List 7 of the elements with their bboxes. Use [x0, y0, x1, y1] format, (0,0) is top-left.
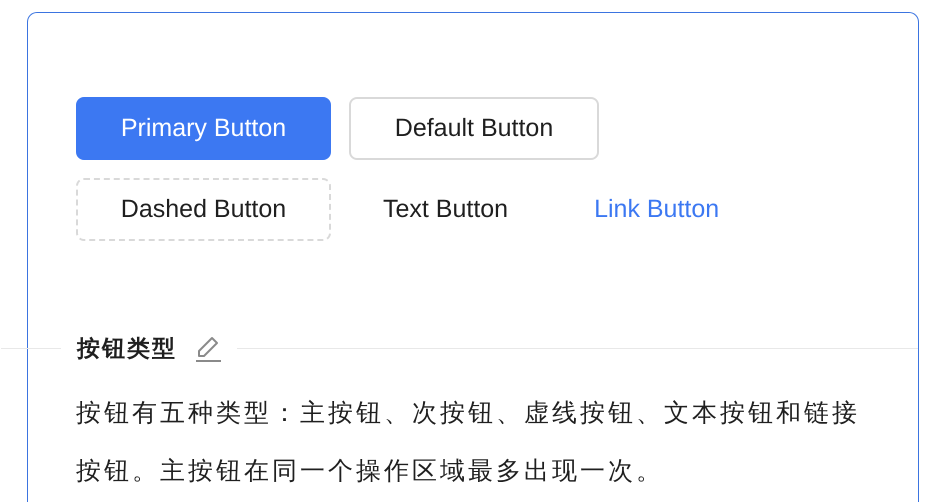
- dashed-button[interactable]: Dashed Button: [76, 178, 331, 241]
- primary-button[interactable]: Primary Button: [76, 97, 331, 160]
- section-title: 按钮类型: [76, 334, 178, 363]
- section-description: 按钮有五种类型：主按钮、次按钮、虚线按钮、文本按钮和链接按钮。主按钮在同一个操作区域最多出现一次。: [76, 398, 861, 486]
- text-button[interactable]: Text Button: [349, 178, 542, 241]
- default-button[interactable]: Default Button: [349, 97, 599, 160]
- link-button[interactable]: Link Button: [560, 178, 754, 241]
